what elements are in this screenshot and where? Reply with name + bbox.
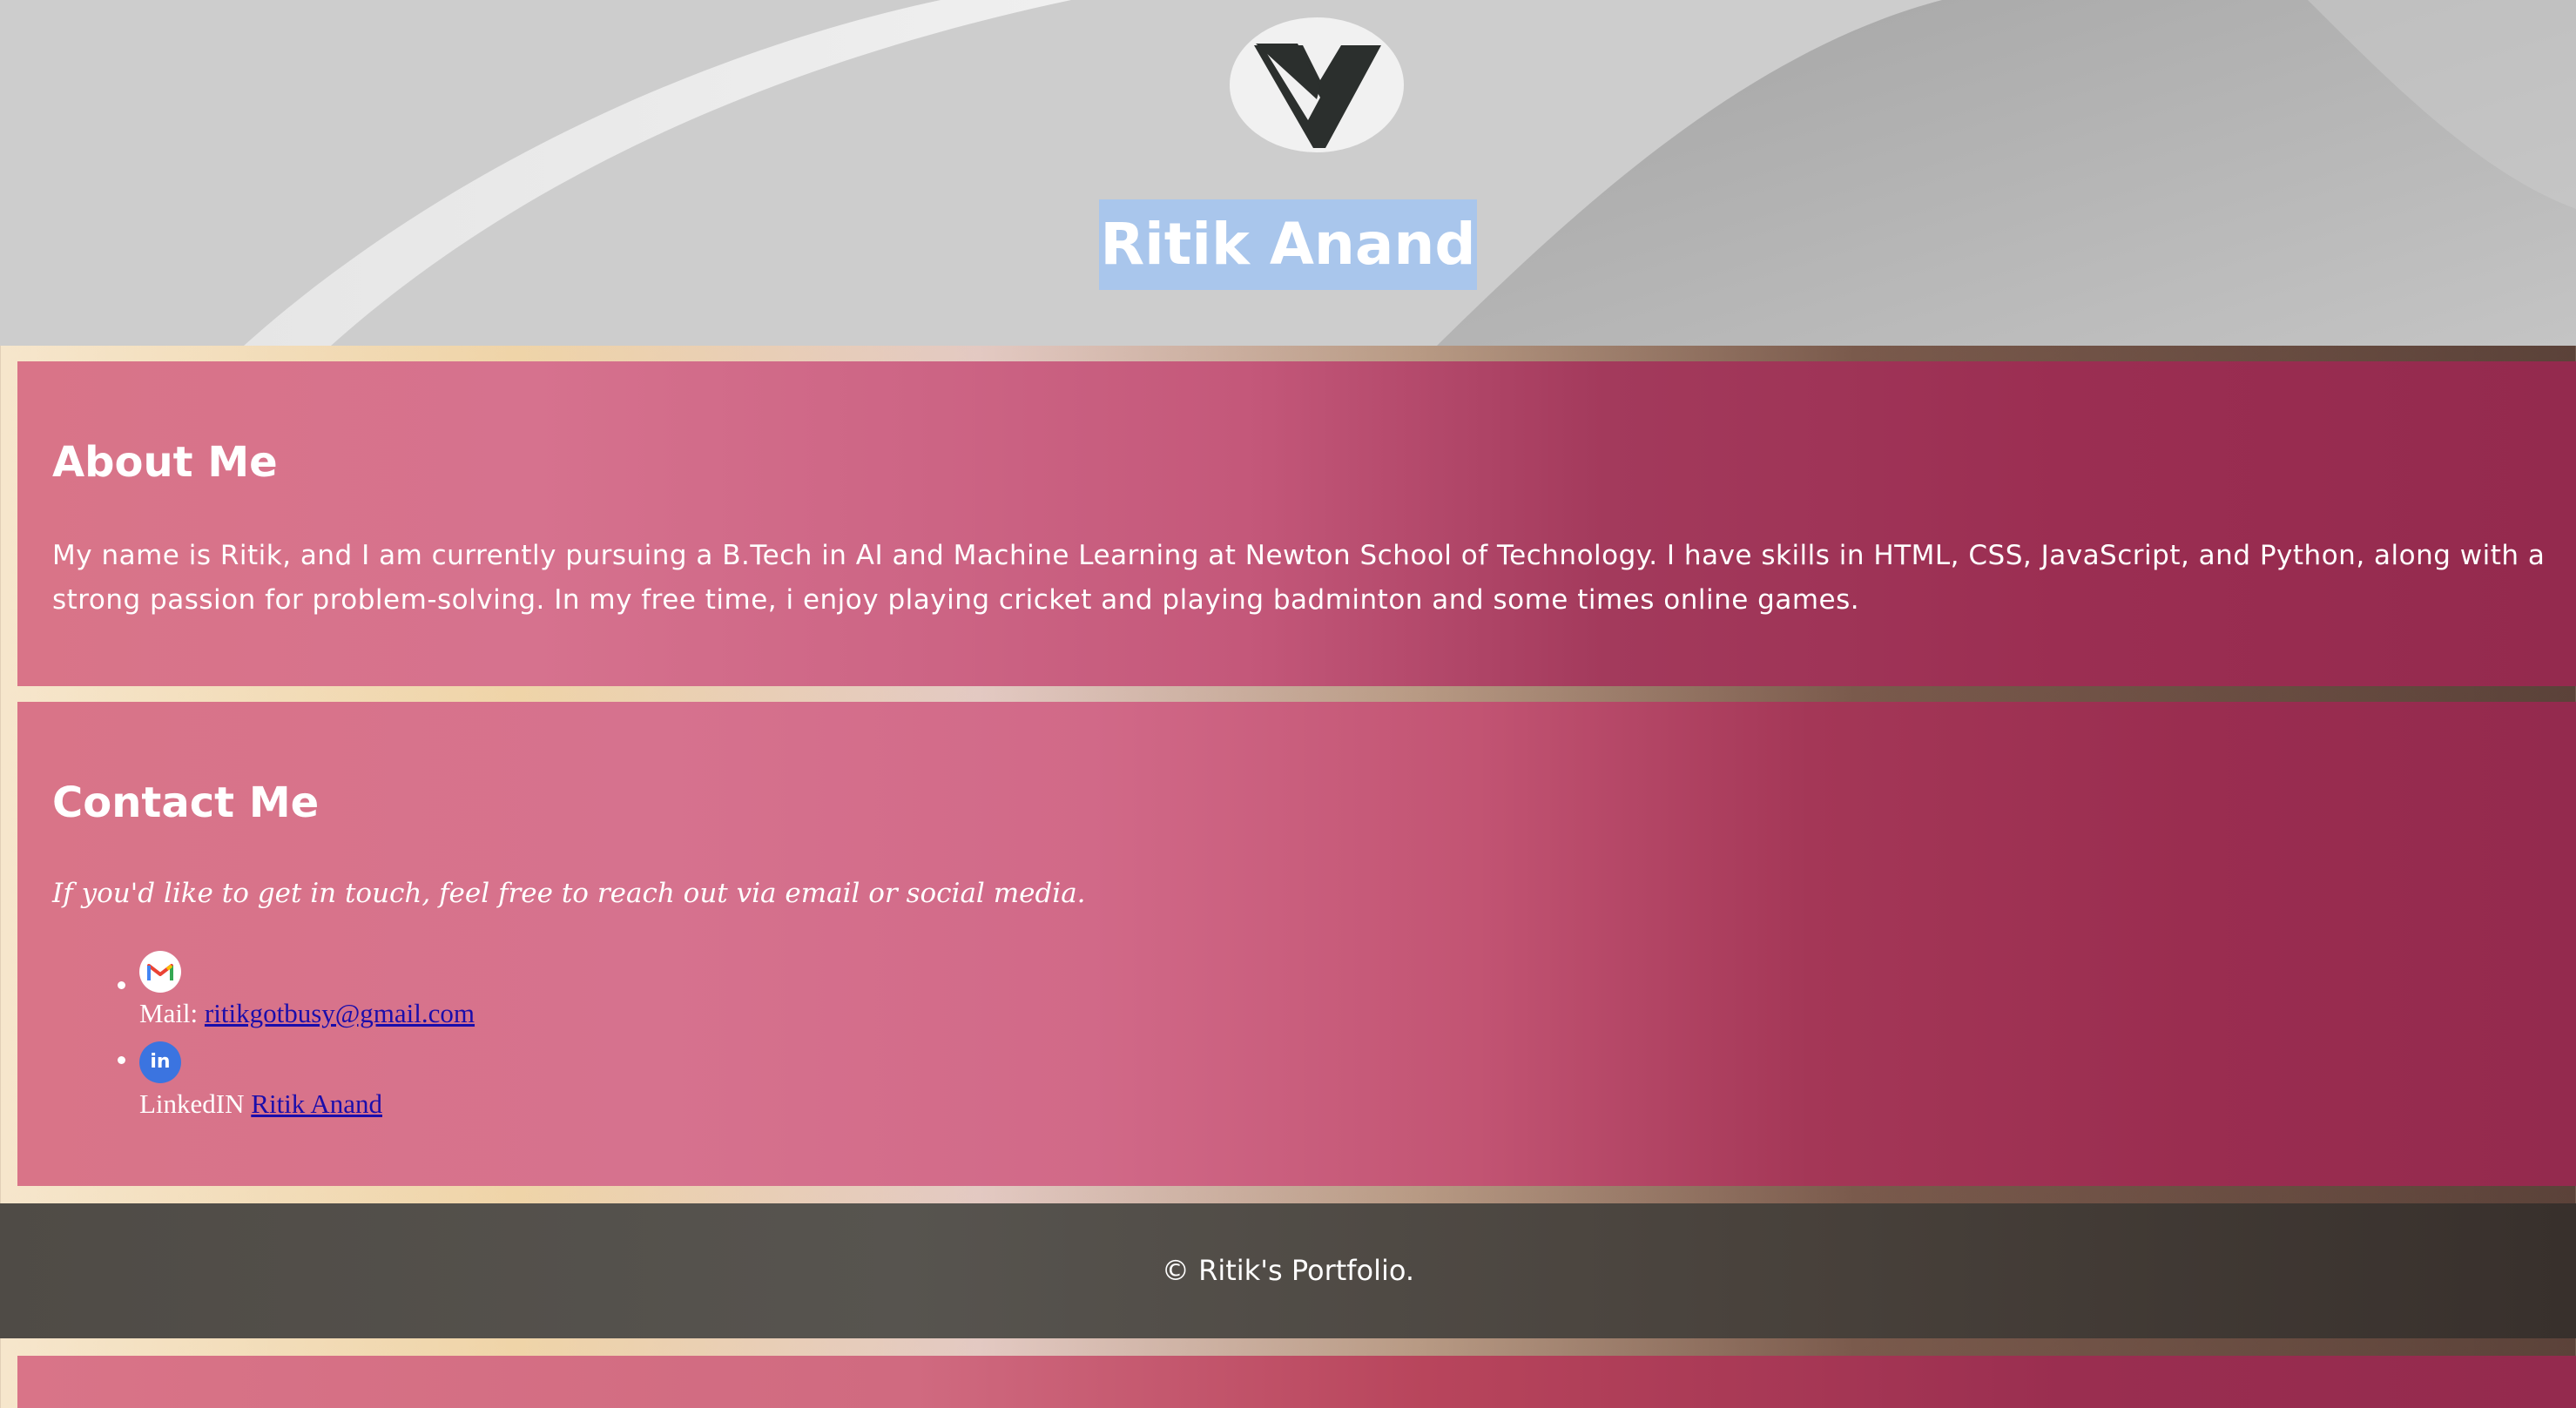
header-hero: Ritik Anand [0, 0, 2576, 346]
linkedin-label: LinkedIN [139, 1088, 245, 1119]
contact-list: Mail: ritikgotbusy@gmail.com in LinkedIN… [105, 944, 475, 1123]
contact-intro: If you'd like to get in touch, feel free… [52, 878, 1086, 909]
contact-item-linkedin: in LinkedIN Ritik Anand [139, 1040, 475, 1123]
mail-link[interactable]: ritikgotbusy@gmail.com [205, 998, 475, 1028]
linkedin-icon: in [139, 1041, 181, 1083]
footer: © Ritik's Portfolio. [0, 1203, 2576, 1338]
about-section: About Me My name is Ritik, and I am curr… [17, 361, 2576, 686]
gmail-icon [139, 951, 181, 993]
next-section-peek [17, 1356, 2576, 1408]
footer-text: © Ritik's Portfolio. [1161, 1254, 1415, 1287]
v7-logo-icon [1254, 44, 1381, 148]
logo[interactable] [1230, 17, 1404, 152]
linkedin-link[interactable]: Ritik Anand [251, 1088, 382, 1119]
mail-label: Mail: [139, 998, 199, 1028]
contact-item-mail: Mail: ritikgotbusy@gmail.com [139, 951, 475, 1033]
site-title: Ritik Anand [0, 199, 2576, 290]
about-text: My name is Ritik, and I am currently pur… [52, 540, 2546, 616]
contact-heading: Contact Me [52, 778, 320, 827]
contact-section: Contact Me If you'd like to get in touch… [17, 702, 2576, 1186]
about-heading: About Me [52, 438, 278, 487]
